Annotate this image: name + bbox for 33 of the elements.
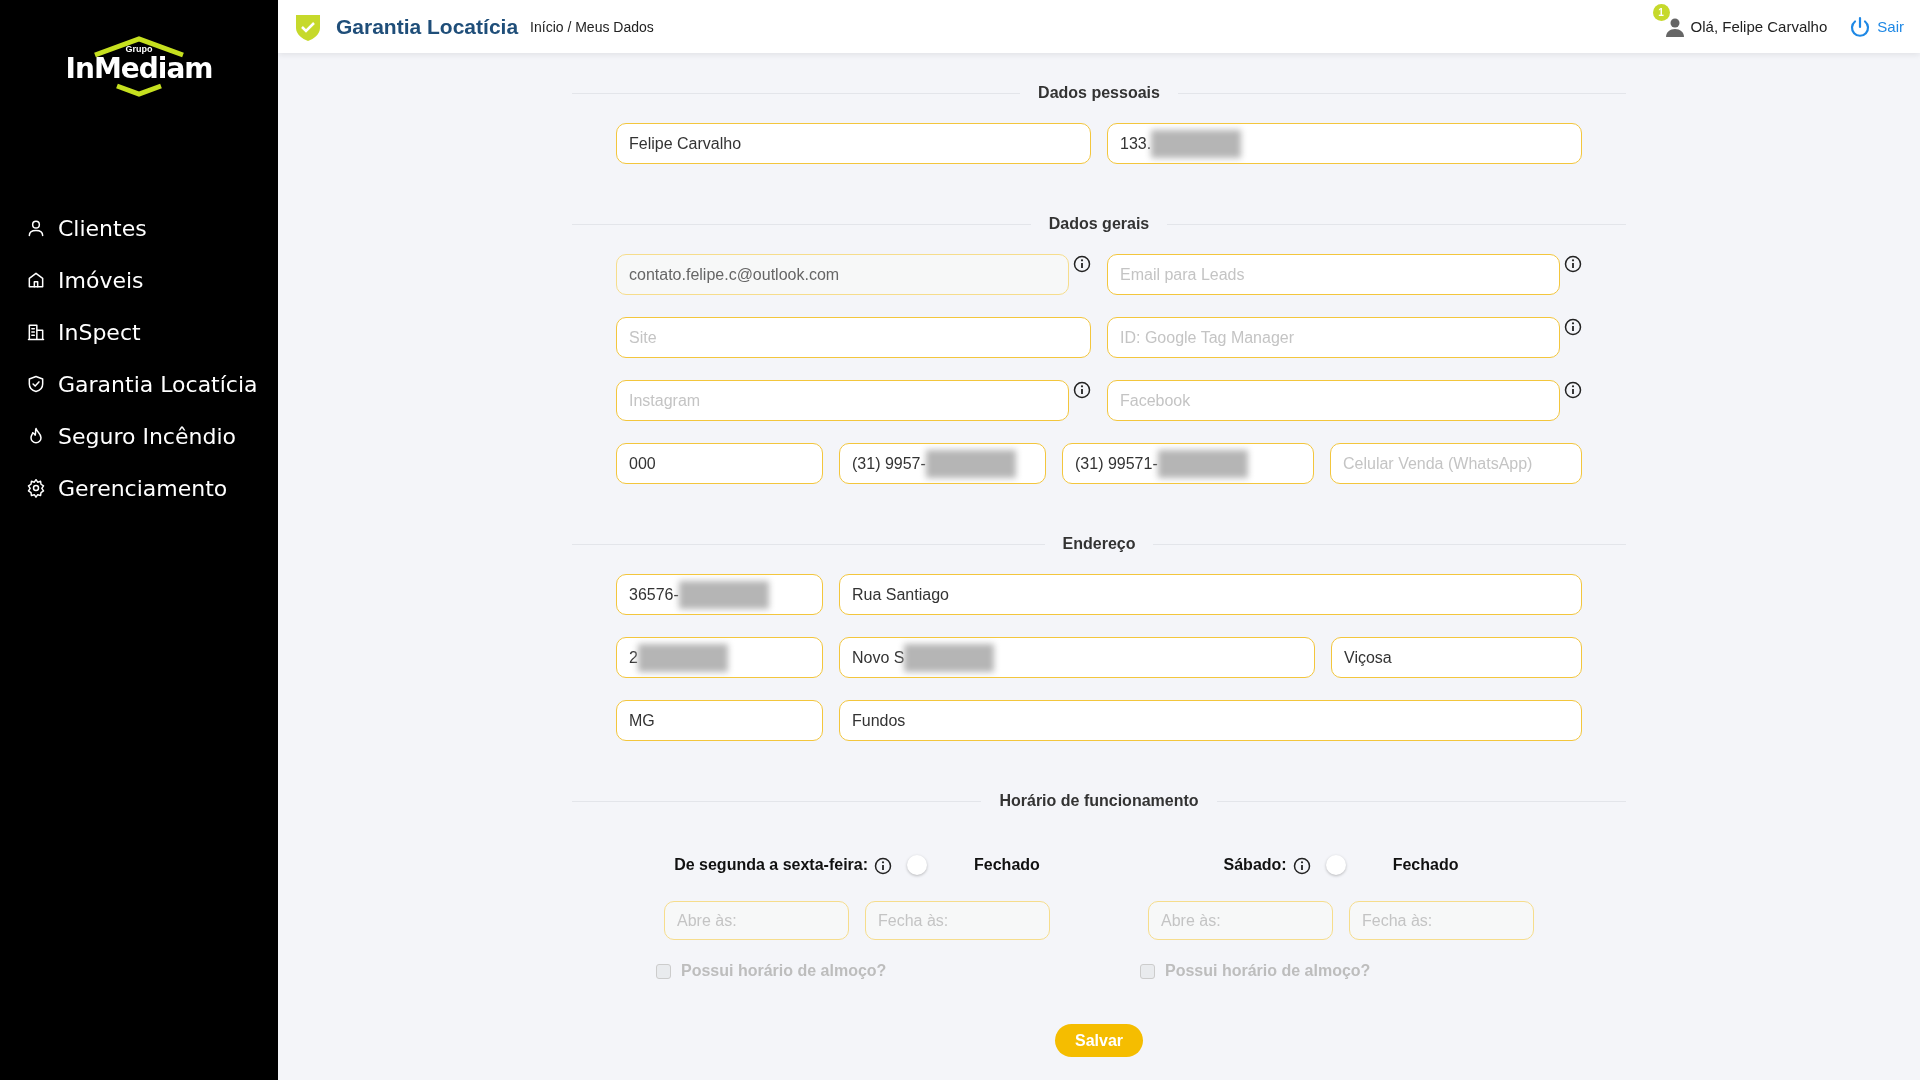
checkbox-label: Possui horário de almoço? bbox=[681, 962, 887, 980]
input-field[interactable]: Novo S bbox=[839, 637, 1315, 678]
user-greeting: Olá, Felipe Carvalho bbox=[1690, 18, 1828, 35]
sidebar-item[interactable]: Garantia Locatícia bbox=[26, 368, 278, 400]
input-field[interactable]: Viçosa bbox=[1331, 637, 1582, 678]
status-label: Fechado bbox=[1392, 856, 1459, 874]
input-field[interactable]: 000 bbox=[616, 443, 823, 484]
input-field[interactable]: Fundos bbox=[839, 700, 1582, 741]
sidebar-item[interactable]: InSpect bbox=[26, 316, 278, 348]
input-field[interactable]: 36576- bbox=[616, 574, 823, 615]
status-label: Fechado bbox=[974, 856, 1040, 874]
section-title: Horário de funcionamento bbox=[999, 792, 1199, 810]
input-field[interactable]: 133. bbox=[1107, 123, 1582, 164]
logout-button[interactable]: Sair bbox=[1849, 15, 1904, 38]
day-label: De segunda a sexta-feira: bbox=[674, 856, 869, 874]
input-field[interactable]: Felipe Carvalho bbox=[616, 123, 1091, 164]
sidebar-item[interactable]: Clientes bbox=[26, 212, 278, 244]
input-field[interactable]: MG bbox=[616, 700, 823, 741]
page-title: Garantia Locatícia bbox=[336, 14, 519, 39]
input-field[interactable]: (31) 99571- bbox=[1062, 443, 1314, 484]
input-field[interactable]: 2 bbox=[616, 637, 823, 678]
section-title: Dados gerais bbox=[1048, 215, 1150, 233]
logo-subtitle: Grupo bbox=[125, 44, 153, 54]
checkbox-label: Possui horário de almoço? bbox=[1165, 962, 1371, 980]
day-label: Sábado: bbox=[1223, 856, 1287, 874]
sidebar-item[interactable]: Gerenciamento bbox=[26, 472, 278, 504]
input-field[interactable]: Rua Santiago bbox=[839, 574, 1582, 615]
sidebar-item[interactable]: Imóveis bbox=[26, 264, 278, 296]
breadcrumb: Início / Meus Dados bbox=[530, 18, 654, 35]
sidebar-item[interactable]: Seguro Incêndio bbox=[26, 420, 278, 452]
input-field[interactable]: (31) 9957- bbox=[839, 443, 1046, 484]
section-title: Endereço bbox=[1062, 535, 1136, 553]
section-title: Dados pessoais bbox=[1038, 84, 1160, 102]
